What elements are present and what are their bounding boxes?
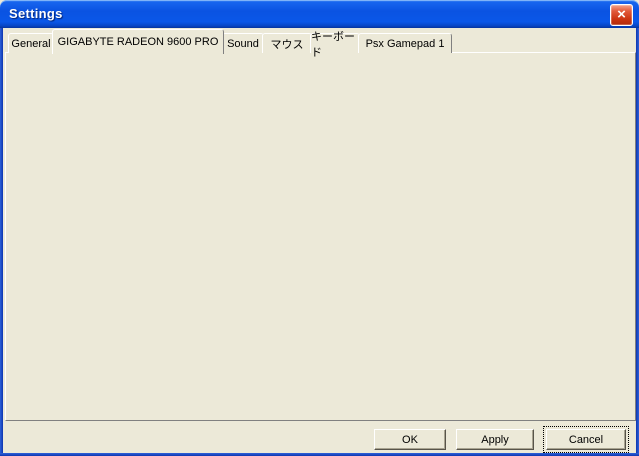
apply-button[interactable]: Apply — [456, 429, 534, 450]
settings-window: Settings × General GIGABYTE RADEON 9600 … — [0, 0, 639, 456]
close-icon: × — [617, 7, 626, 22]
tab-general[interactable]: General — [8, 33, 54, 53]
tab-mouse[interactable]: マウス — [262, 33, 312, 53]
tab-sound[interactable]: Sound — [222, 33, 264, 53]
tab-page — [5, 52, 636, 421]
tab-psx-gamepad-1[interactable]: Psx Gamepad 1 — [358, 33, 452, 53]
cancel-button[interactable]: Cancel — [546, 429, 626, 450]
tab-gigabyte-radeon-9600-pro[interactable]: GIGABYTE RADEON 9600 PRO — [52, 29, 224, 54]
tab-keyboard[interactable]: キーボード — [310, 33, 360, 53]
close-button[interactable]: × — [610, 4, 633, 26]
title-bar[interactable]: Settings × — [0, 0, 639, 28]
ok-button[interactable]: OK — [374, 429, 446, 450]
window-title: Settings — [9, 6, 63, 21]
